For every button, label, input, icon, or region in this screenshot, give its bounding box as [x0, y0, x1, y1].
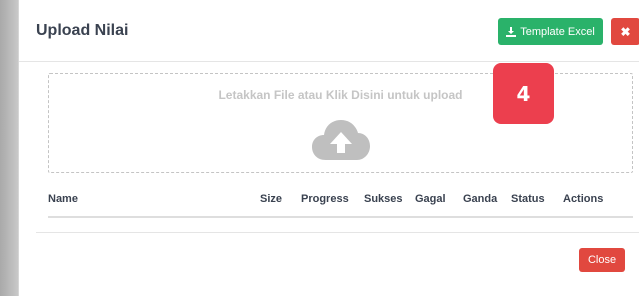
column-header-progress: Progress — [301, 187, 364, 218]
cloud-upload-icon — [312, 120, 370, 160]
upload-files-table: Name Size Progress Sukses Gagal Ganda St… — [48, 187, 633, 218]
modal-footer-divider — [36, 232, 639, 233]
template-excel-label: Template Excel — [520, 25, 595, 38]
upload-nilai-modal: Upload Nilai Template Excel ✖ Letakkan F… — [18, 0, 639, 296]
download-icon — [506, 26, 517, 37]
column-header-status: Status — [511, 187, 563, 218]
column-header-actions: Actions — [563, 187, 633, 218]
close-button[interactable]: Close — [579, 248, 625, 272]
modal-title: Upload Nilai — [36, 22, 129, 39]
close-icon: ✖ — [620, 24, 631, 39]
column-header-name: Name — [48, 187, 260, 218]
column-header-sukses: Sukses — [364, 187, 415, 218]
close-x-button[interactable]: ✖ — [611, 18, 639, 45]
template-excel-button[interactable]: Template Excel — [498, 18, 603, 45]
step-number-badge: 4 — [493, 63, 554, 124]
table-header-row: Name Size Progress Sukses Gagal Ganda St… — [48, 187, 633, 218]
modal-header: Upload Nilai Template Excel ✖ — [19, 0, 639, 62]
column-header-size: Size — [260, 187, 301, 218]
column-header-gagal: Gagal — [415, 187, 463, 218]
column-header-ganda: Ganda — [463, 187, 511, 218]
